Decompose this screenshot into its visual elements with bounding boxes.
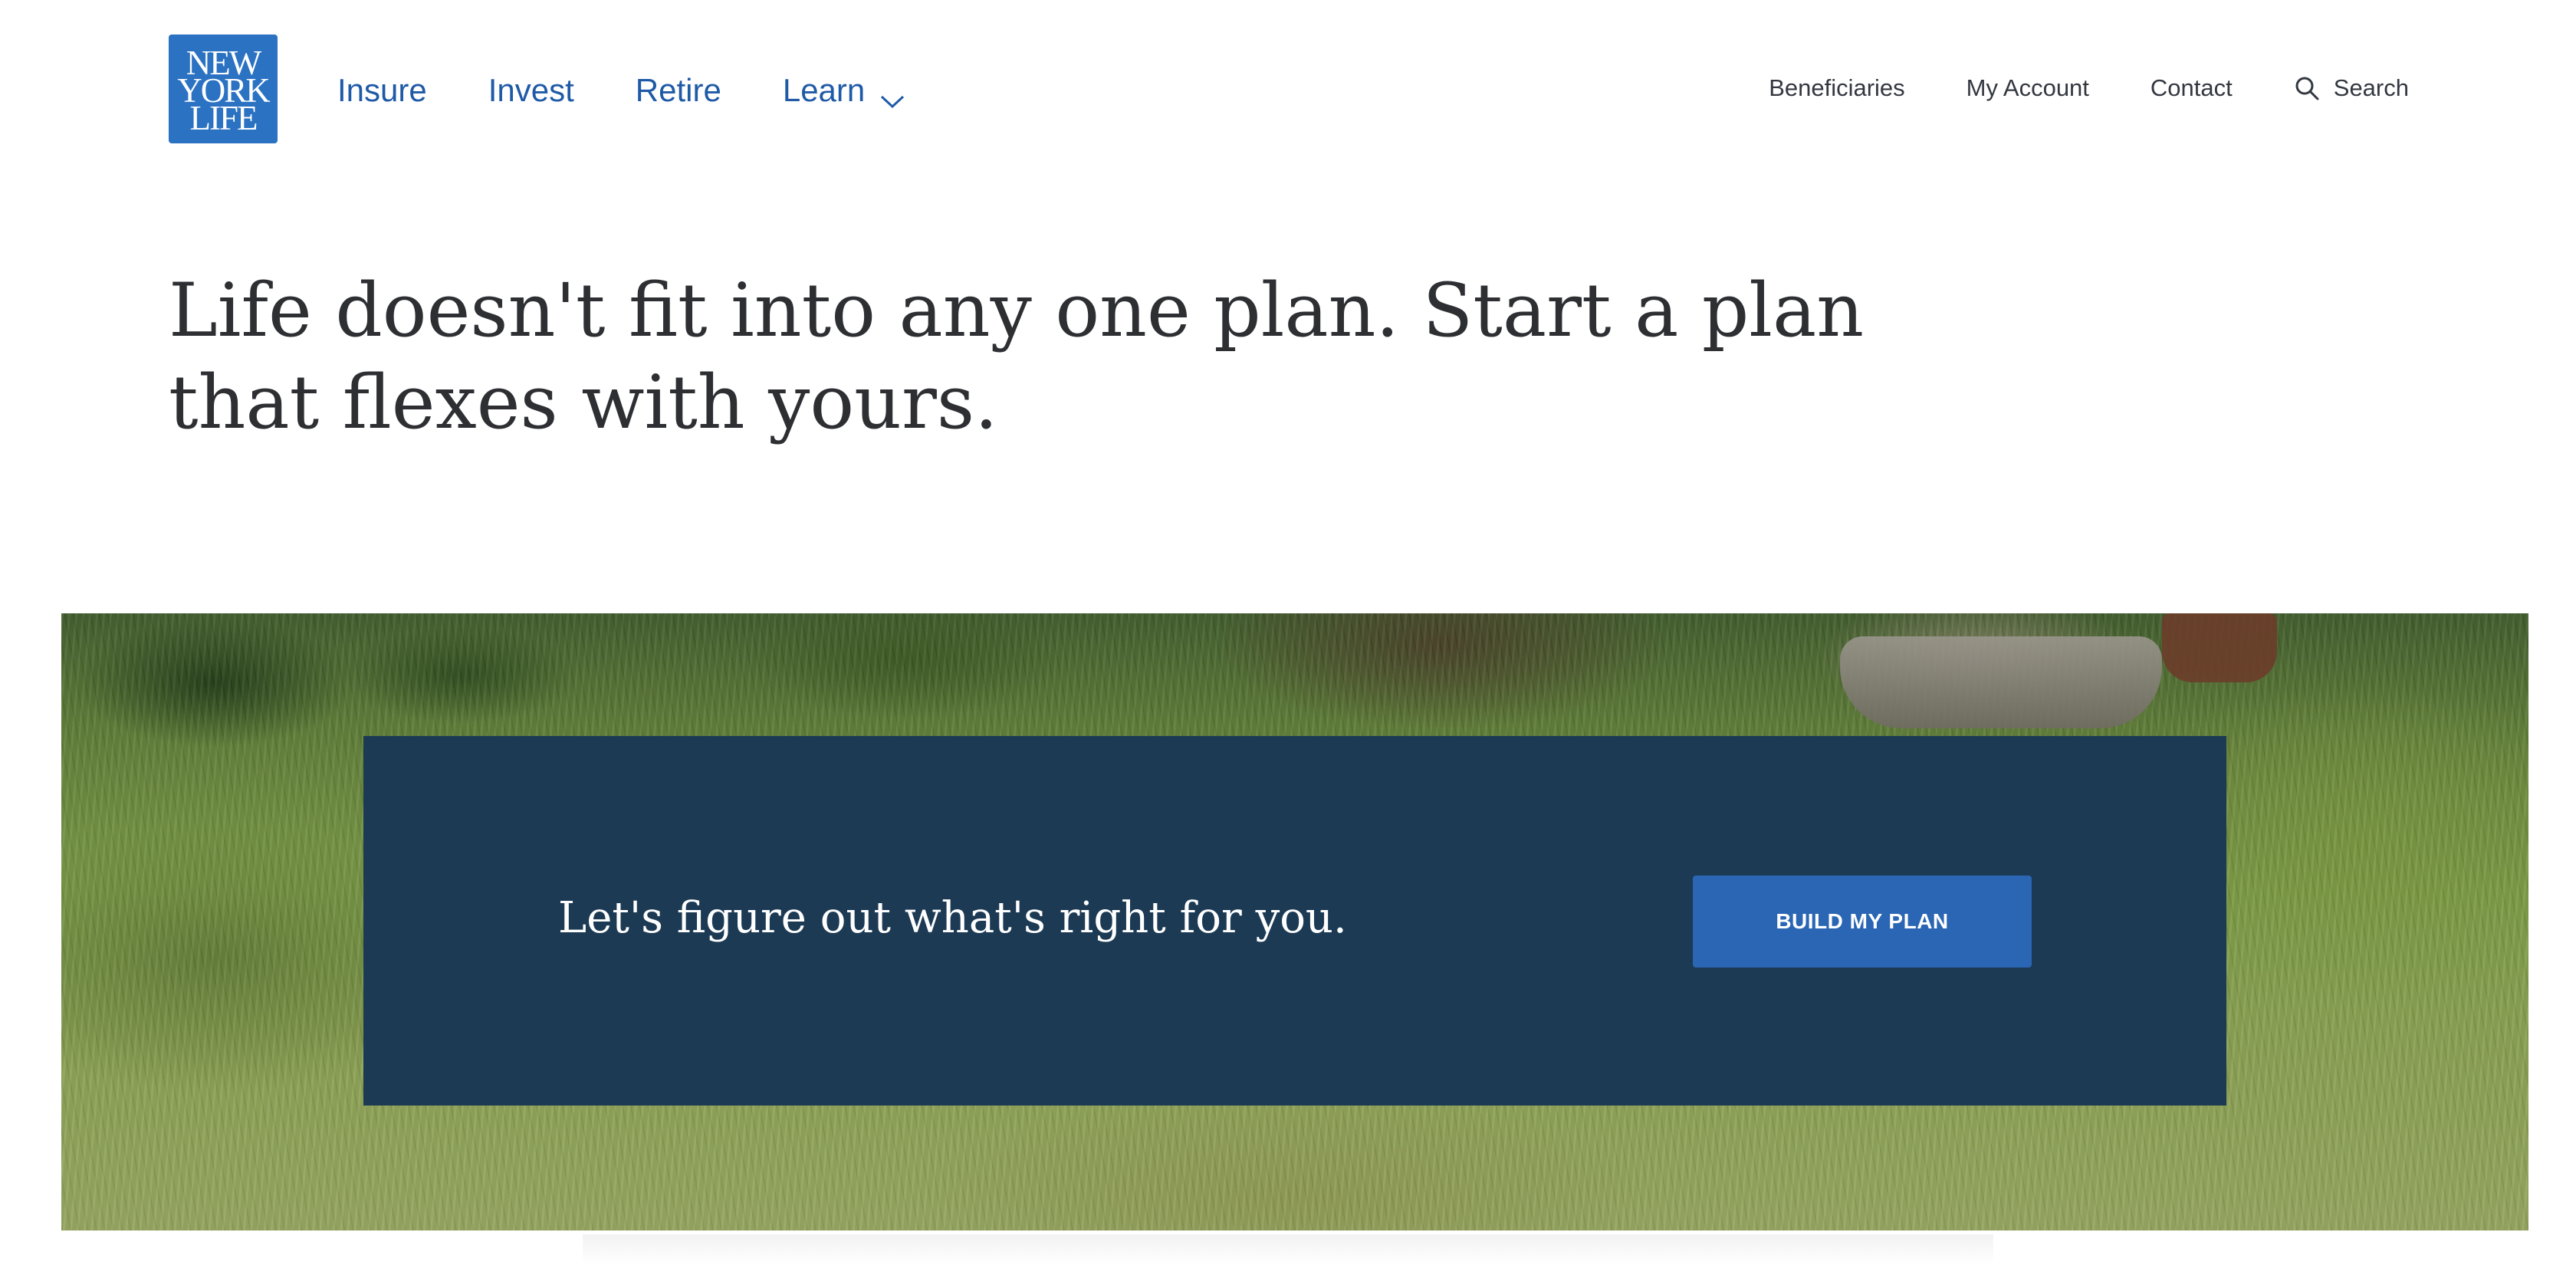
new-york-life-logo[interactable]: NEW YORK LIFE (169, 34, 278, 143)
util-link-my-account[interactable]: My Account (1967, 74, 2089, 102)
nav-link-learn[interactable]: Learn (783, 72, 906, 109)
nav-link-invest-label: Invest (488, 72, 574, 108)
search-link-label: Search (2333, 74, 2409, 101)
utility-nav: Beneficiaries My Account Contact Search (1707, 69, 2409, 107)
metal-tub-image (1840, 636, 2162, 728)
util-link-contact-label: Contact (2150, 74, 2233, 101)
clay-pot-image (2162, 613, 2277, 682)
util-link-beneficiaries[interactable]: Beneficiaries (1769, 74, 1904, 102)
logo-line-3: LIFE (189, 99, 258, 137)
nav-link-invest[interactable]: Invest (488, 72, 574, 109)
util-link-contact[interactable]: Contact (2150, 74, 2233, 102)
search-link[interactable]: Search (2294, 74, 2409, 102)
cta-text: Let's figure out what's right for you. (558, 893, 1347, 943)
search-icon (2294, 75, 2320, 101)
nav-link-retire[interactable]: Retire (636, 72, 721, 109)
nav-link-retire-label: Retire (635, 72, 721, 108)
build-my-plan-button[interactable]: BUILD MY PLAN (1693, 876, 2032, 968)
util-link-beneficiaries-label: Beneficiaries (1769, 74, 1905, 101)
nav-link-insure-label: Insure (337, 72, 427, 108)
nav-link-learn-label: Learn (782, 72, 866, 108)
nav-link-insure[interactable]: Insure (337, 72, 427, 109)
page-headline: Life doesn't fit into any one plan. Star… (169, 268, 1865, 445)
divider-shadow (583, 1234, 1993, 1265)
chevron-down-icon (879, 81, 906, 109)
primary-nav: Insure Invest Retire Learn (337, 67, 968, 113)
util-link-my-account-label: My Account (1966, 74, 2089, 101)
